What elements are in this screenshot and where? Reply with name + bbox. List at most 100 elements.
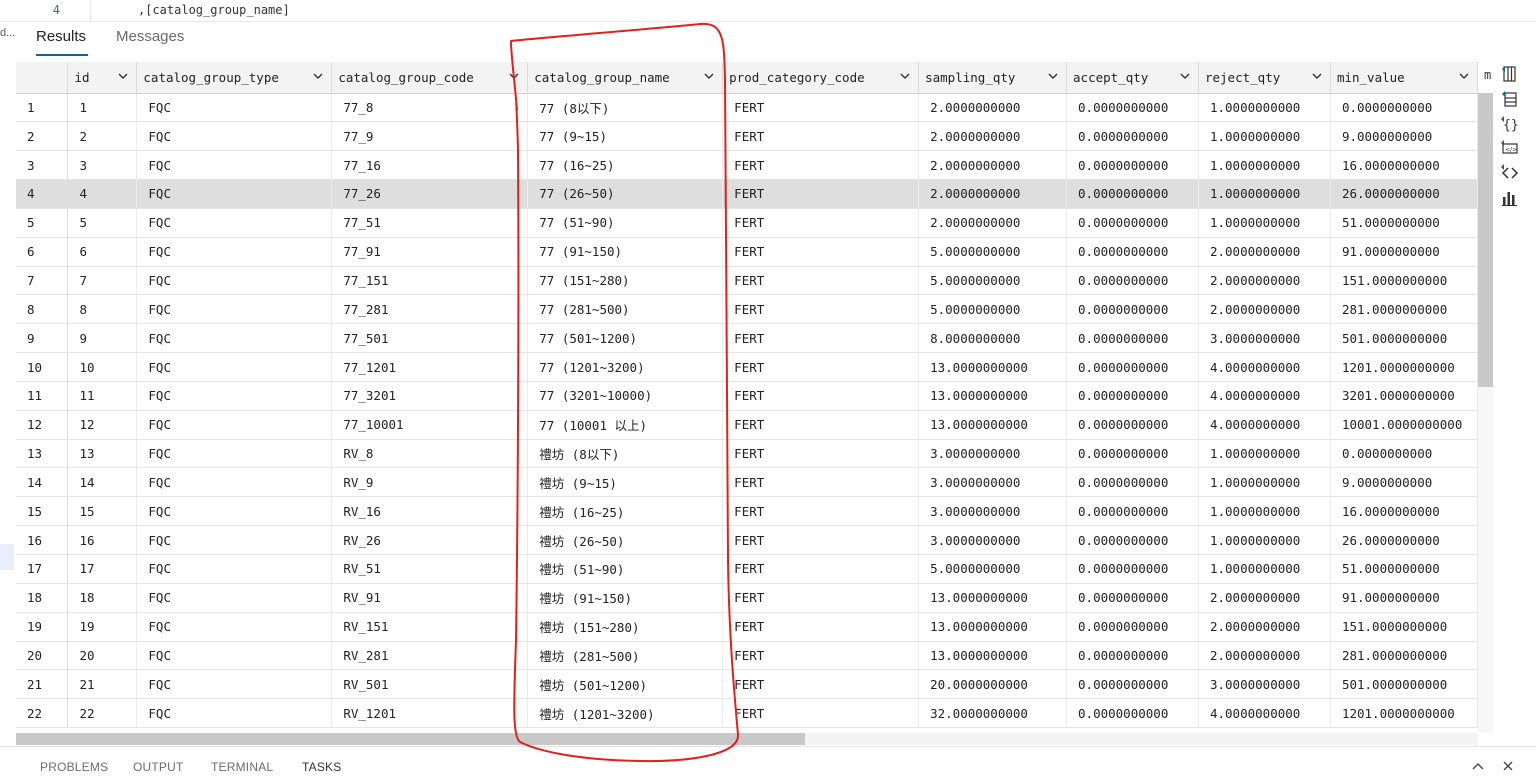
cell-catalog-group-name[interactable]: 禮坊 (9~15) — [527, 467, 724, 498]
table-row[interactable]: 21 21 FQC RV_501 禮坊 (501~1200) FERT 20.0000000… — [16, 669, 1478, 700]
table-row[interactable]: 9 9 FQC 77_501 77 (501~1200) FERT 8.0000000000… — [16, 323, 1478, 354]
cell-sampling-qty[interactable]: 8.0000000000 — [918, 323, 1068, 354]
cell-prod-category-code[interactable]: FERT — [722, 669, 920, 700]
cell-sampling-qty[interactable]: 32.0000000000 — [918, 698, 1068, 729]
cell-row-number[interactable]: 8 — [16, 294, 69, 325]
cell-id[interactable]: 7 — [67, 266, 138, 296]
cell-catalog-group-code[interactable]: 77_1201 — [331, 352, 529, 382]
horizontal-scroll-thumb[interactable] — [16, 733, 805, 745]
tab-output[interactable]: OUTPUT — [133, 760, 184, 774]
cell-min-value[interactable]: 151.0000000000 — [1330, 612, 1478, 642]
cell-catalog-group-name[interactable]: 禮坊 (8以下) — [527, 439, 724, 469]
cell-sampling-qty[interactable]: 13.0000000000 — [918, 352, 1068, 382]
cell-catalog-group-code[interactable]: 77_151 — [331, 266, 529, 296]
cell-prod-category-code[interactable]: FERT — [722, 266, 920, 296]
cell-id[interactable]: 10 — [67, 352, 138, 382]
cell-row-number[interactable]: 16 — [16, 525, 69, 555]
column-header-partial[interactable]: m — [1484, 68, 1491, 82]
cell-catalog-group-name[interactable]: 禮坊 (16~25) — [527, 496, 724, 527]
chevron-down-icon[interactable] — [1048, 71, 1058, 81]
cell-catalog-group-code[interactable]: RV_281 — [331, 641, 529, 671]
chevron-down-icon[interactable] — [509, 71, 519, 81]
cell-row-number[interactable]: 9 — [16, 323, 69, 354]
cell-id[interactable]: 2 — [67, 121, 138, 152]
cell-sampling-qty[interactable]: 13.0000000000 — [918, 583, 1068, 613]
cell-catalog-group-code[interactable]: RV_8 — [331, 439, 529, 469]
cell-accept-qty[interactable]: 0.0000000000 — [1066, 352, 1199, 382]
cell-catalog-group-code[interactable]: RV_1201 — [331, 698, 529, 729]
cell-min-value[interactable]: 501.0000000000 — [1330, 323, 1478, 354]
cell-catalog-group-name[interactable]: 禮坊 (91~150) — [527, 583, 724, 613]
cell-id[interactable]: 22 — [67, 698, 138, 729]
table-row[interactable]: 3 3 FQC 77_16 77 (16~25) FERT 2.0000000000 0.00… — [16, 150, 1478, 181]
cell-catalog-group-type[interactable]: FQC — [136, 583, 333, 613]
cell-min-value[interactable]: 26.0000000000 — [1330, 179, 1478, 209]
table-row[interactable]: 13 13 FQC RV_8 禮坊 (8以下) FERT 3.0000000000 0.000… — [16, 439, 1478, 469]
table-row[interactable]: 19 19 FQC RV_151 禮坊 (151~280) FERT 13.00000000… — [16, 612, 1478, 642]
column-header-reject-qty[interactable]: reject_qty — [1198, 62, 1331, 94]
cell-catalog-group-name[interactable]: 77 (151~280) — [527, 266, 724, 296]
cell-accept-qty[interactable]: 0.0000000000 — [1066, 641, 1199, 671]
cell-accept-qty[interactable]: 0.0000000000 — [1066, 669, 1199, 700]
cell-row-number[interactable]: 17 — [16, 554, 69, 584]
cell-catalog-group-name[interactable]: 禮坊 (281~500) — [527, 641, 724, 671]
view-code-icon[interactable] — [1500, 163, 1520, 183]
cell-prod-category-code[interactable]: FERT — [722, 583, 920, 613]
cell-accept-qty[interactable]: 0.0000000000 — [1066, 698, 1199, 729]
table-row[interactable]: 7 7 FQC 77_151 77 (151~280) FERT 5.0000000000 0… — [16, 266, 1478, 296]
export-json-icon[interactable]: {} — [1500, 114, 1520, 134]
cell-row-number[interactable]: 1 — [16, 93, 69, 123]
cell-row-number[interactable]: 6 — [16, 237, 69, 267]
cell-row-number[interactable]: 7 — [16, 266, 69, 296]
cell-catalog-group-name[interactable]: 77 (16~25) — [527, 150, 724, 181]
cell-catalog-group-type[interactable]: FQC — [136, 410, 333, 440]
cell-id[interactable]: 6 — [67, 237, 138, 267]
cell-accept-qty[interactable]: 0.0000000000 — [1066, 583, 1199, 613]
tab-tasks[interactable]: TASKS — [302, 760, 341, 774]
cell-id[interactable]: 20 — [67, 641, 138, 671]
cell-prod-category-code[interactable]: FERT — [722, 93, 920, 123]
cell-row-number[interactable]: 21 — [16, 669, 69, 700]
cell-sampling-qty[interactable]: 13.0000000000 — [918, 641, 1068, 671]
code-line[interactable]: ,[catalog_group_name] — [138, 3, 290, 17]
cell-id[interactable]: 3 — [67, 150, 138, 181]
cell-accept-qty[interactable]: 0.0000000000 — [1066, 525, 1199, 555]
cell-prod-category-code[interactable]: FERT — [722, 294, 920, 325]
cell-prod-category-code[interactable]: FERT — [722, 352, 920, 382]
cell-min-value[interactable]: 0.0000000000 — [1330, 93, 1478, 123]
cell-reject-qty[interactable]: 1.0000000000 — [1198, 554, 1331, 584]
table-row[interactable]: 12 12 FQC 77_10001 77 (10001 以上) FERT 13.00000… — [16, 410, 1478, 440]
cell-id[interactable]: 13 — [67, 439, 138, 469]
cell-reject-qty[interactable]: 4.0000000000 — [1198, 698, 1331, 729]
cell-min-value[interactable]: 0.0000000000 — [1330, 439, 1478, 469]
cell-catalog-group-type[interactable]: FQC — [136, 496, 333, 527]
cell-prod-category-code[interactable]: FERT — [722, 150, 920, 181]
cell-prod-category-code[interactable]: FERT — [722, 237, 920, 267]
table-row[interactable]: 6 6 FQC 77_91 77 (91~150) FERT 5.0000000000 0.0… — [16, 237, 1478, 267]
column-header-min-value[interactable]: min_value — [1330, 62, 1478, 94]
column-header-row-number[interactable] — [16, 62, 69, 94]
tab-results[interactable]: Results — [36, 28, 86, 45]
column-header-prod-category-code[interactable]: prod_category_code — [722, 62, 920, 94]
cell-min-value[interactable]: 51.0000000000 — [1330, 208, 1478, 238]
cell-catalog-group-type[interactable]: FQC — [136, 439, 333, 469]
cell-catalog-group-type[interactable]: FQC — [136, 323, 333, 354]
cell-accept-qty[interactable]: 0.0000000000 — [1066, 266, 1199, 296]
table-row[interactable]: 18 18 FQC RV_91 禮坊 (91~150) FERT 13.0000000000… — [16, 583, 1478, 613]
cell-catalog-group-type[interactable]: FQC — [136, 381, 333, 411]
table-row[interactable]: 10 10 FQC 77_1201 77 (1201~3200) FERT 13.00000… — [16, 352, 1478, 382]
cell-min-value[interactable]: 16.0000000000 — [1330, 496, 1478, 527]
cell-catalog-group-code[interactable]: RV_9 — [331, 467, 529, 498]
column-header-sampling-qty[interactable]: sampling_qty — [918, 62, 1068, 94]
cell-reject-qty[interactable]: 2.0000000000 — [1198, 266, 1331, 296]
cell-catalog-group-name[interactable]: 禮坊 (51~90) — [527, 554, 724, 584]
cell-catalog-group-type[interactable]: FQC — [136, 150, 333, 181]
table-row[interactable]: 2 2 FQC 77_9 77 (9~15) FERT 2.0000000000 0.0000… — [16, 121, 1478, 152]
cell-sampling-qty[interactable]: 2.0000000000 — [918, 208, 1068, 238]
cell-min-value[interactable]: 501.0000000000 — [1330, 669, 1478, 700]
cell-reject-qty[interactable]: 1.0000000000 — [1198, 439, 1331, 469]
table-row[interactable]: 16 16 FQC RV_26 禮坊 (26~50) FERT 3.0000000000 0.… — [16, 525, 1478, 555]
cell-catalog-group-type[interactable]: FQC — [136, 208, 333, 238]
cell-catalog-group-type[interactable]: FQC — [136, 179, 333, 209]
cell-reject-qty[interactable]: 2.0000000000 — [1198, 612, 1331, 642]
